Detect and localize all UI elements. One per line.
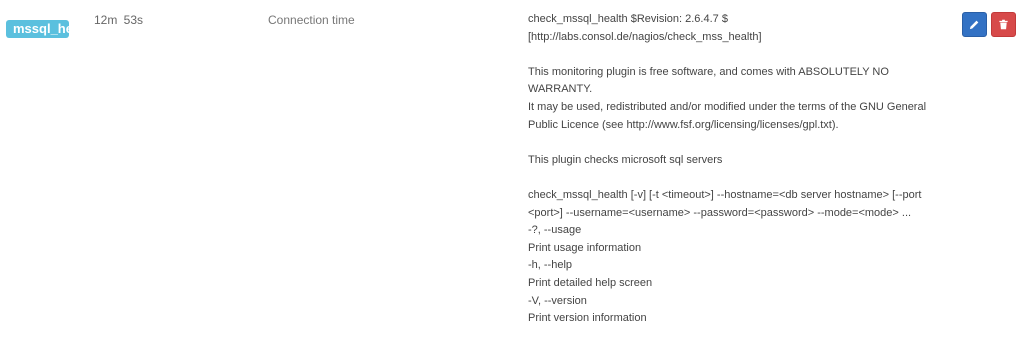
output-line: Print usage information: [528, 241, 642, 254]
host-badge[interactable]: mssql_health: [6, 20, 69, 38]
output-line: [http://labs.consol.de/nagios/check_mss_…: [528, 30, 762, 43]
check-row: mssql_health 12m 53s Connection time che…: [0, 0, 1024, 346]
output-line: check_mssql_health [-v] [-t <timeout>] -…: [528, 188, 925, 219]
duration-value: 12m 53s: [94, 13, 144, 27]
output-line: Print detailed help screen: [528, 276, 653, 289]
output-line: -V, --version: [528, 294, 587, 307]
plugin-output: check_mssql_health $Revision: 2.6.4.7 $ …: [528, 11, 943, 328]
output-line: This monitoring plugin is free software,…: [528, 65, 892, 96]
trash-icon: [999, 19, 1008, 30]
output-line: This plugin checks microsoft sql servers: [528, 153, 723, 166]
output-line: -?, --usage: [528, 224, 582, 237]
metric-label: Connection time: [268, 13, 355, 27]
pencil-icon: [969, 20, 979, 30]
output-line: check_mssql_health $Revision: 2.6.4.7 $: [528, 13, 728, 25]
output-line: It may be used, redistributed and/or mod…: [528, 100, 930, 131]
output-line: -h, --help: [528, 259, 573, 272]
delete-button[interactable]: [991, 12, 1016, 37]
edit-button[interactable]: [962, 12, 987, 37]
output-line: Print version information: [528, 312, 647, 325]
